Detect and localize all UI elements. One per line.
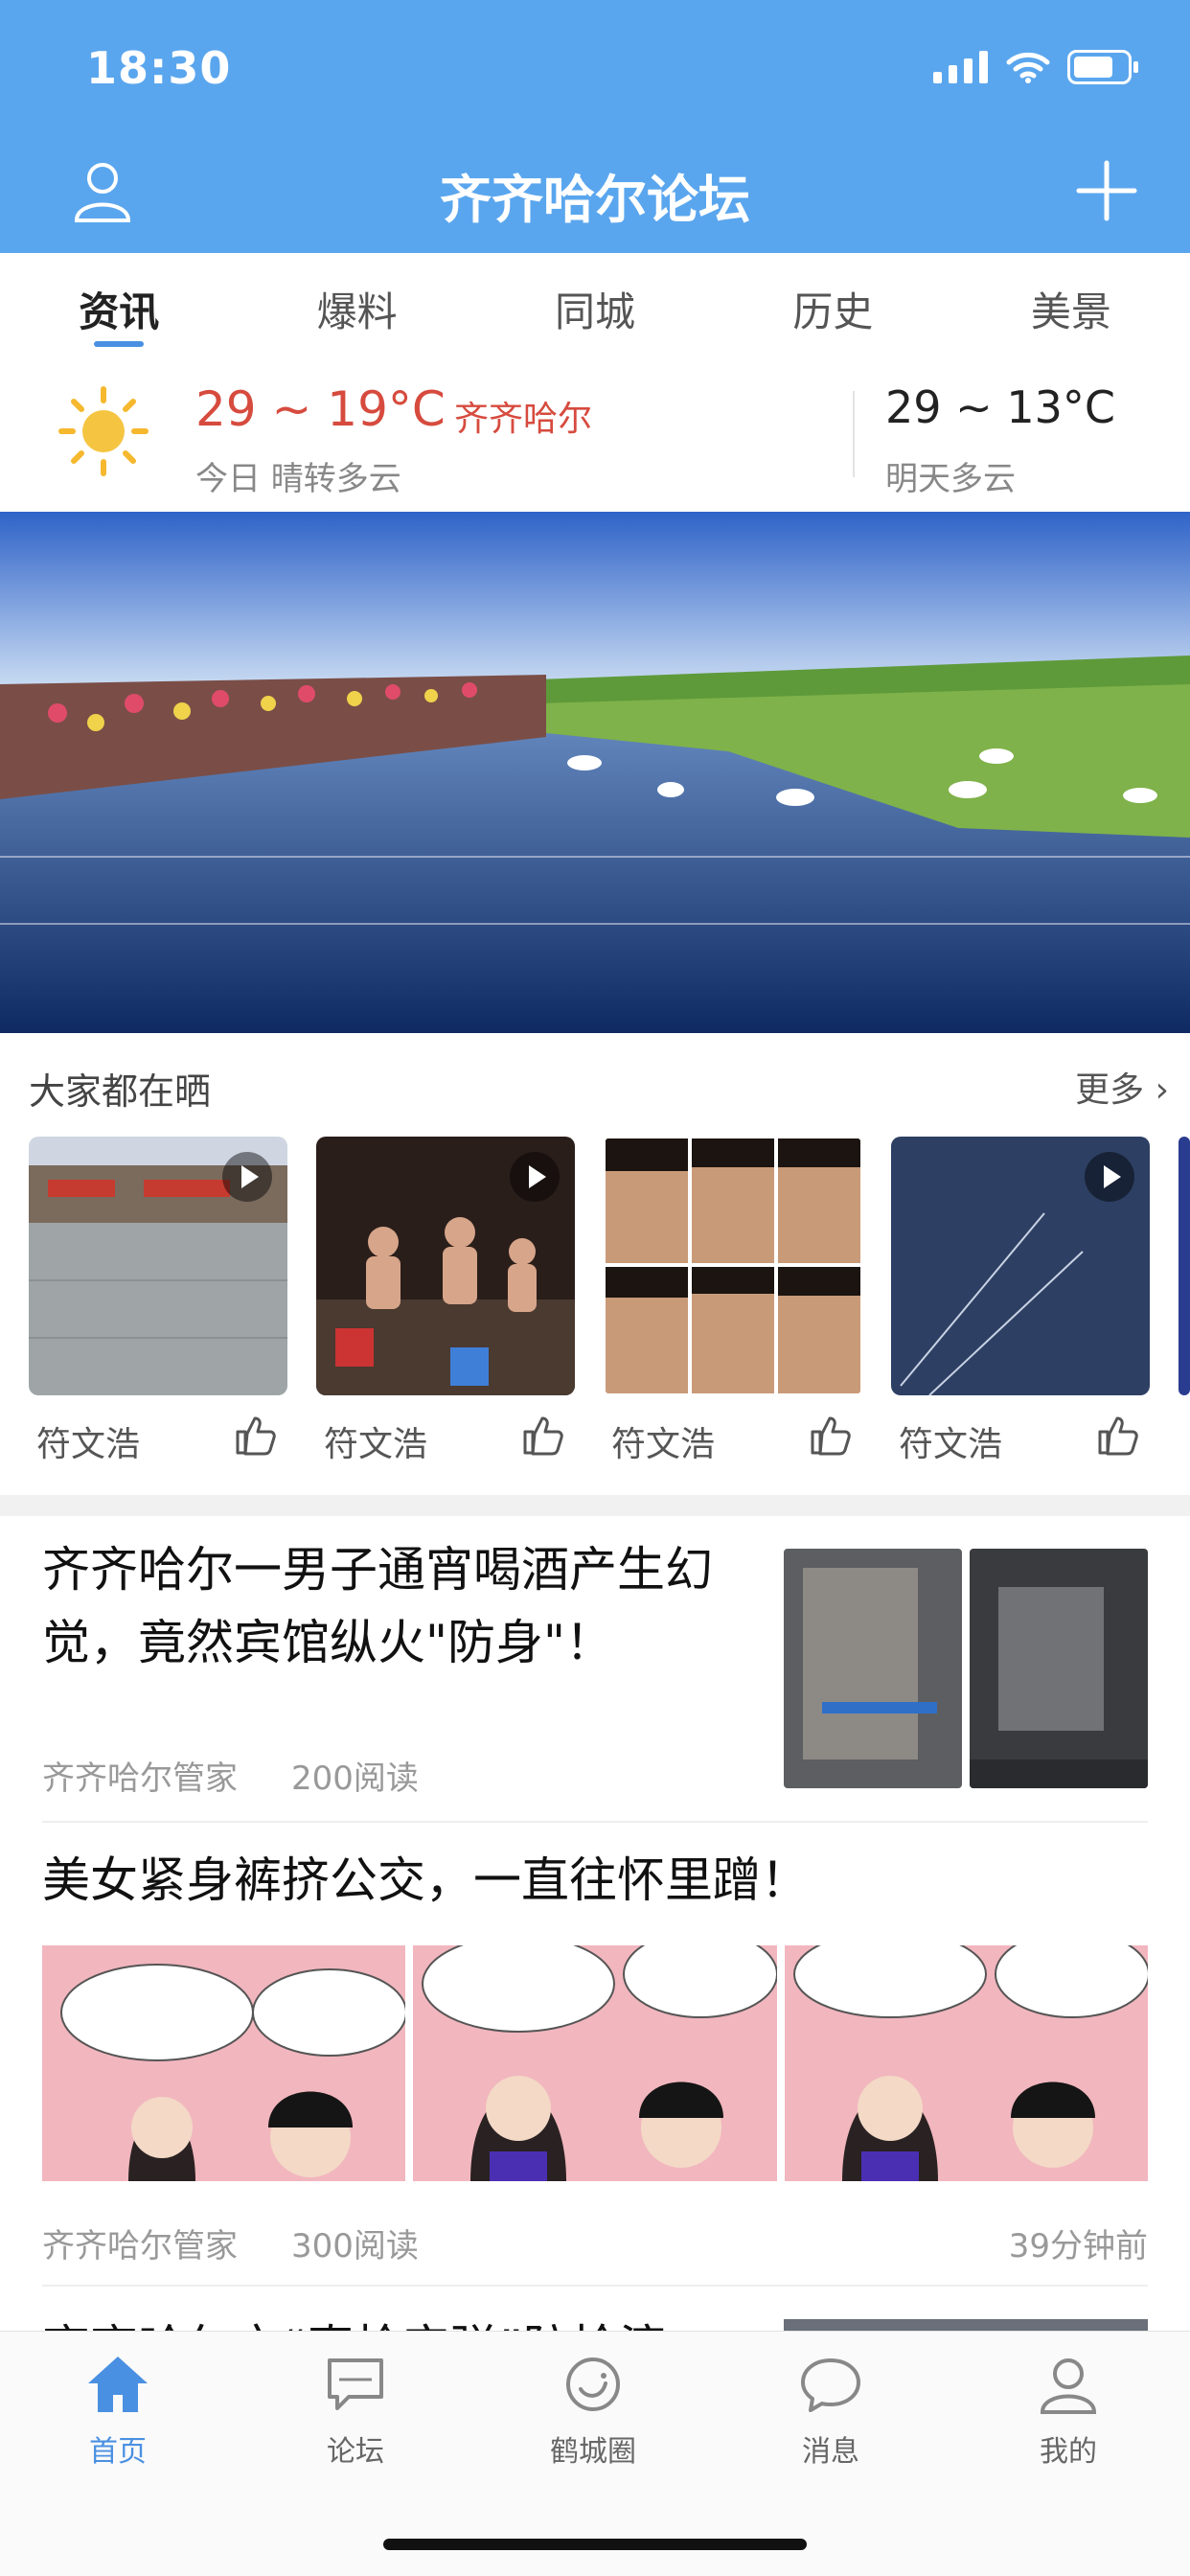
showcase-thumbnail[interactable] (1179, 1137, 1190, 1395)
wetland-cranes-photo (0, 512, 1190, 1033)
tab-scenery[interactable]: 美景 (952, 253, 1190, 356)
showcase-author: 符文浩 (324, 1425, 428, 1462)
profile-icon (1040, 2358, 1097, 2414)
tab-history[interactable]: 历史 (714, 253, 951, 356)
wifi-icon (1006, 52, 1050, 83)
circle-icon (566, 2358, 620, 2411)
tomorrow-temperature: 29 ~ 13°C (885, 381, 1115, 433)
play-icon (510, 1152, 560, 1202)
showcase-thumbnail[interactable] (891, 1137, 1150, 1395)
article-title[interactable]: 齐齐哈尔一男子通宵喝酒产生幻觉，竟然宾馆纵火"防身"！ (42, 1533, 751, 1679)
article-time: 39分钟前 (1008, 2227, 1148, 2266)
top-header: 18:30 齐齐哈尔论坛 (0, 0, 1190, 253)
article-title[interactable]: 美女紧身裤挤公交，一直往怀里蹭！ (42, 1842, 809, 1911)
add-post-button[interactable] (1073, 157, 1140, 224)
status-icons (933, 50, 1140, 84)
showcase-card-partial[interactable] (1179, 1137, 1190, 1395)
thumbs-up-icon[interactable] (1096, 1413, 1140, 1457)
faces-collage-photo (604, 1137, 862, 1395)
showcase-thumbnail[interactable] (29, 1137, 287, 1395)
city-name: 齐齐哈尔 (454, 400, 593, 439)
article-image (784, 1945, 1148, 2181)
play-icon (222, 1152, 272, 1202)
home-icon (88, 2357, 148, 2412)
showcase-card[interactable]: 符文浩 (316, 1137, 575, 1462)
weather-divider (853, 391, 855, 477)
tomorrow-description: 明天多云 (885, 460, 1016, 498)
showcase-card[interactable]: 符文浩 (29, 1137, 287, 1462)
tab-local[interactable]: 同城 (476, 253, 714, 356)
thumbs-up-icon[interactable] (809, 1413, 853, 1457)
forum-icon (328, 2358, 383, 2410)
message-icon (801, 2358, 860, 2412)
article-source: 齐齐哈尔管家 (42, 1760, 238, 1798)
article-image (413, 1945, 777, 2181)
signal-icon (933, 51, 988, 83)
article-divider (42, 2285, 1148, 2287)
nav-label: 我的 (1040, 2435, 1097, 2469)
nav-circle[interactable]: 鹤城圈 (521, 2355, 665, 2470)
nav-forum[interactable]: 论坛 (284, 2355, 427, 2470)
play-icon (1085, 1152, 1134, 1202)
showcase-thumbnail[interactable] (604, 1137, 862, 1395)
showcase-thumbnail[interactable] (316, 1137, 575, 1395)
category-tabs: 资讯 爆料 同城 历史 美景 (0, 253, 1190, 356)
nav-label: 鹤城圈 (550, 2435, 636, 2469)
article-images[interactable] (784, 1549, 1148, 1788)
showcase-author: 符文浩 (36, 1425, 141, 1462)
tab-news[interactable]: 资讯 (0, 253, 238, 356)
sun-icon (58, 386, 149, 476)
nav-messages[interactable]: 消息 (759, 2355, 903, 2470)
article-reads: 300阅读 (291, 2227, 419, 2266)
article-image (784, 1549, 962, 1788)
today-temperature: 29 ~ 19°C (195, 381, 446, 437)
section-separator (0, 1495, 1190, 1516)
nav-label: 消息 (802, 2435, 859, 2469)
nav-label: 首页 (89, 2435, 147, 2469)
showcase-carousel[interactable]: 符文浩 符文浩 符文浩 符文浩 (29, 1137, 1190, 1462)
weather-widget[interactable]: 29 ~ 19°C 齐齐哈尔 今日 晴转多云 29 ~ 13°C 明天多云 (0, 356, 1190, 510)
showcase-card[interactable]: 符文浩 (604, 1137, 862, 1462)
article-image (970, 1549, 1148, 1788)
thumbs-up-icon[interactable] (234, 1413, 278, 1457)
showcase-author: 符文浩 (611, 1425, 716, 1462)
showcase-card[interactable]: 符文浩 (891, 1137, 1150, 1462)
banner-image[interactable] (0, 512, 1190, 1033)
article-image (42, 1945, 406, 2181)
nav-profile[interactable]: 我的 (996, 2355, 1140, 2470)
status-time: 18:30 (86, 42, 232, 94)
app-screen: 18:30 齐齐哈尔论坛 资讯 爆料 同城 历史 美景 29 ~ 19°C 齐齐… (0, 0, 1190, 2576)
nav-home[interactable]: 首页 (46, 2355, 190, 2470)
showcase-title: 大家都在晒 (29, 1070, 212, 1113)
today-description: 今日 晴转多云 (195, 460, 401, 498)
article-reads: 200阅读 (291, 1760, 419, 1798)
bottom-navigation: 首页 论坛 鹤城圈 消息 我的 (0, 2331, 1190, 2576)
article-source: 齐齐哈尔管家 (42, 2227, 238, 2266)
article-divider (42, 1821, 1148, 1823)
app-title: 齐齐哈尔论坛 (440, 170, 750, 230)
home-indicator[interactable] (383, 2539, 807, 2550)
more-link[interactable]: 更多 › (1075, 1062, 1169, 1112)
article-images[interactable] (42, 1945, 1148, 2181)
thumbs-up-icon[interactable] (521, 1413, 565, 1457)
nav-label: 论坛 (327, 2435, 384, 2469)
tab-breaking[interactable]: 爆料 (238, 253, 475, 356)
battery-icon (1067, 50, 1138, 84)
showcase-author: 符文浩 (899, 1425, 1003, 1462)
